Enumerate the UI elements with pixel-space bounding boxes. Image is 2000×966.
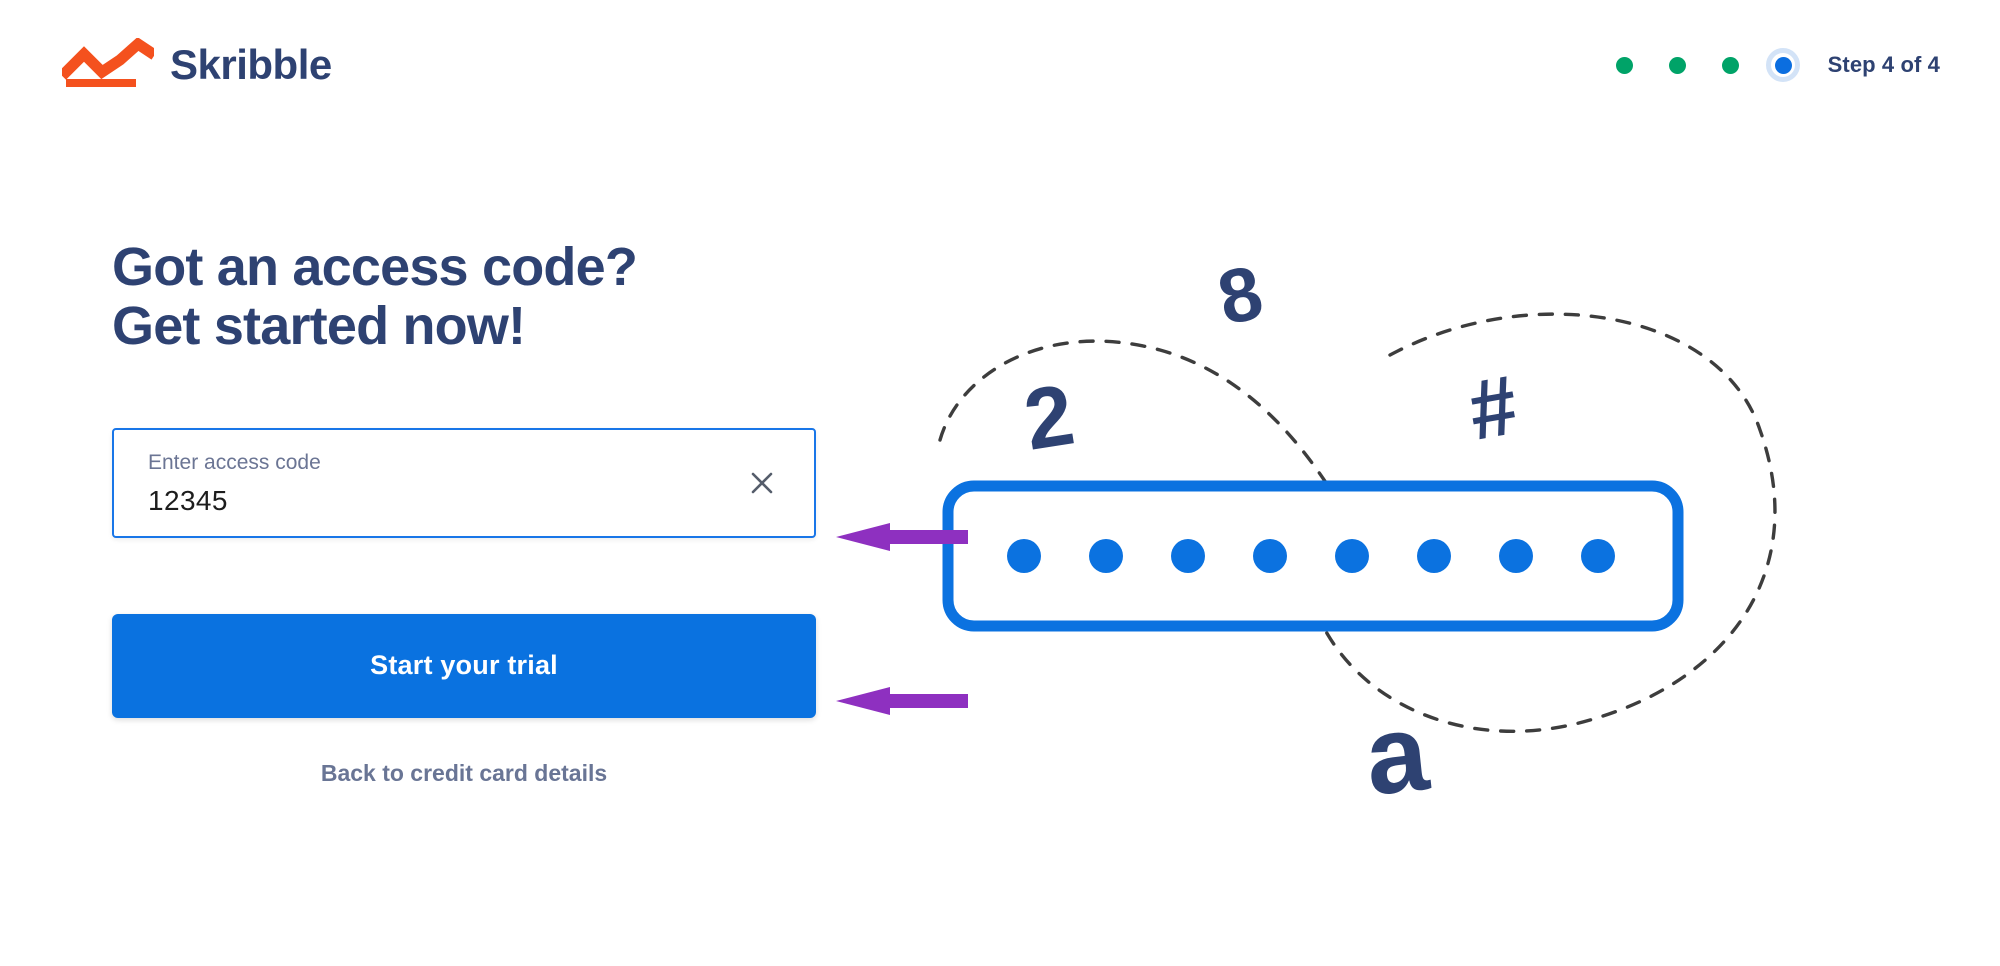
step-dot-4-current (1766, 48, 1801, 82)
skribble-zigzag-logo-icon (58, 36, 158, 93)
access-code-value: 12345 (148, 484, 228, 516)
illustration-char-hash: # (1462, 357, 1524, 458)
access-code-label: Enter access code (148, 450, 321, 474)
illustration-char-8: 8 (1211, 250, 1270, 342)
step-dot-1 (1615, 56, 1633, 74)
brand-logo[interactable]: Skribble (58, 36, 332, 93)
step-label: Step 4 of 4 (1827, 52, 1940, 77)
step-indicator: Step 4 of 4 (1615, 48, 1940, 82)
page-title: Got an access code? Get started now! (112, 238, 816, 356)
access-code-illustration: 8 2 # a (930, 250, 1910, 840)
page-title-line-2: Get started now! (112, 295, 526, 356)
signup-form-column: Got an access code? Get started now! Ent… (112, 238, 816, 787)
back-to-credit-card-details-link[interactable]: Back to credit card details (112, 760, 816, 787)
page-header: Skribble Step 4 of 4 (0, 0, 2000, 130)
close-x-icon[interactable] (746, 467, 778, 499)
illustration-input-box (942, 480, 1684, 632)
start-trial-button[interactable]: Start your trial (112, 613, 816, 718)
step-dot-3 (1721, 56, 1739, 74)
access-code-input[interactable]: Enter access code 12345 (112, 427, 816, 538)
brand-name: Skribble (170, 41, 332, 88)
illustration-char-a: a (1360, 690, 1435, 819)
page-title-line-1: Got an access code? (112, 237, 638, 297)
illustration-char-2: 2 (1018, 366, 1080, 468)
step-dot-2 (1668, 56, 1686, 74)
